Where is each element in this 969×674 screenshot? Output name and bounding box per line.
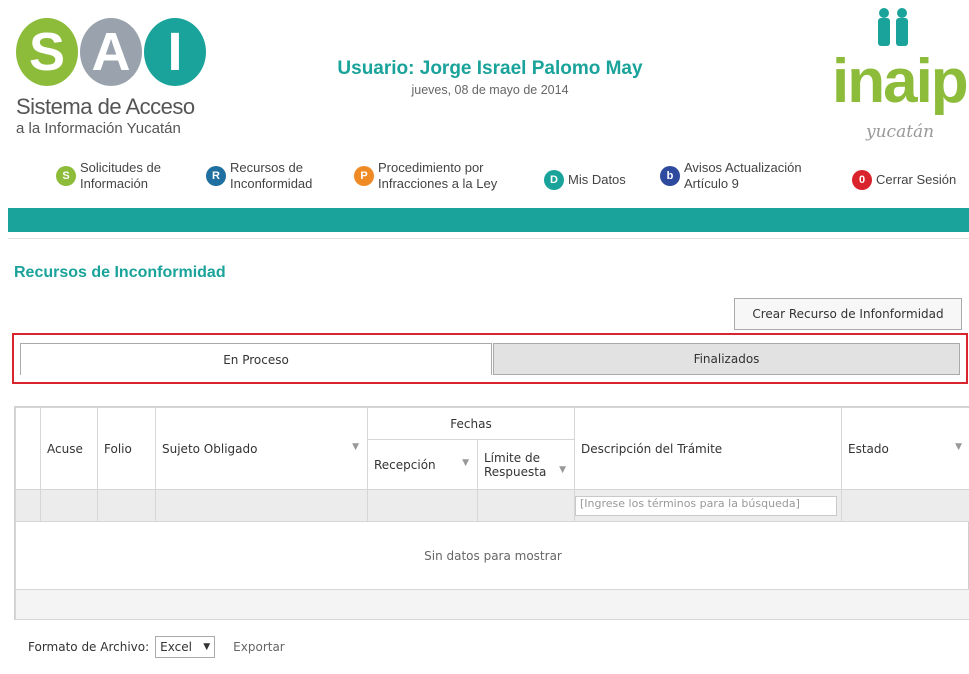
filter-row: [Ingrese los términos para la búsqueda] <box>15 489 969 522</box>
nav-procedimiento[interactable]: P Procedimiento por Infracciones a la Le… <box>354 160 497 192</box>
nav-avisos-label: Avisos Actualización Artículo 9 <box>684 160 802 191</box>
filter-icon[interactable]: ▼ <box>955 442 962 452</box>
select-column-header <box>15 407 41 490</box>
sai-letter-s: S <box>16 18 78 86</box>
filter-cell <box>841 489 969 522</box>
nav-procedimiento-label: Procedimiento por Infracciones a la Ley <box>378 160 498 191</box>
filter-cell <box>97 489 156 522</box>
col-folio-label: Folio <box>104 441 132 456</box>
filter-cell <box>477 489 575 522</box>
solicitudes-icon: S <box>56 166 76 186</box>
filter-cell <box>15 489 41 522</box>
filter-cell: [Ingrese los términos para la búsqueda] <box>574 489 842 522</box>
user-name: Usuario: Jorge Israel Palomo May <box>337 58 643 79</box>
sai-logo[interactable]: S A I Sistema de Acceso a la Información… <box>16 18 216 158</box>
grid-footer <box>15 589 969 620</box>
avisos-icon: b <box>660 166 680 186</box>
empty-message: Sin datos para mostrar <box>15 521 969 590</box>
descripcion-search-input[interactable]: [Ingrese los términos para la búsqueda] <box>575 495 837 516</box>
page-title: Recursos de Inconformidad <box>14 264 226 281</box>
inaip-region: yucatán <box>866 122 935 142</box>
nav-recursos-label: Recursos de Inconformidad <box>230 160 313 191</box>
divider <box>8 238 969 239</box>
nav-mis-datos[interactable]: D Mis Datos <box>544 170 626 190</box>
nav-solicitudes[interactable]: S Solicitudes de Información <box>56 160 161 192</box>
recursos-grid: Acuse Folio Sujeto Obligado ▼ Fechas Desc… <box>14 406 969 620</box>
tab-en-proceso[interactable]: En Proceso <box>20 343 492 375</box>
filter-cell <box>40 489 98 522</box>
col-descripcion-label: Descripción del Trámite <box>581 441 723 456</box>
col-group-fechas: Fechas <box>367 407 575 440</box>
col-acuse-label: Acuse <box>47 441 83 456</box>
filter-icon[interactable]: ▼ <box>462 458 469 468</box>
filter-cell <box>367 489 478 522</box>
procedimiento-icon: P <box>354 166 374 186</box>
nav-recursos[interactable]: R Recursos de Inconformidad <box>206 160 312 192</box>
sai-letter-a: A <box>80 18 142 86</box>
inaip-logo[interactable]: inaip yucatán <box>830 8 969 158</box>
export-format-select[interactable]: Excel ▼ <box>155 636 216 658</box>
chevron-down-icon: ▼ <box>203 642 211 652</box>
nav-avisos[interactable]: b Avisos Actualización Artículo 9 <box>660 160 802 192</box>
tab-finalizados[interactable]: Finalizados <box>493 343 960 375</box>
current-date: jueves, 08 de mayo de 2014 <box>411 83 569 97</box>
grid-footer-cell <box>15 589 969 620</box>
col-limite-respuesta[interactable]: Límite de Respuesta ▼ <box>477 439 575 490</box>
filter-icon[interactable]: ▼ <box>559 465 566 475</box>
filter-icon[interactable]: ▼ <box>352 442 359 452</box>
col-descripcion[interactable]: Descripción del Trámite <box>574 407 842 490</box>
nav-mis-datos-label: Mis Datos <box>568 172 626 187</box>
header-bar <box>8 208 969 232</box>
col-estado-label: Estado <box>848 441 889 456</box>
export-bar: Formato de Archivo: Excel ▼ Exportar <box>28 636 285 658</box>
nav-cerrar-sesion-label: Cerrar Sesión <box>876 172 957 187</box>
col-sujeto-label: Sujeto Obligado <box>162 441 258 456</box>
sai-title: Sistema de Acceso <box>16 94 195 119</box>
main-nav: S Solicitudes de Información R Recursos … <box>56 160 969 200</box>
export-link[interactable]: Exportar <box>233 640 285 654</box>
mis-datos-icon: D <box>544 170 564 190</box>
sai-letter-i: I <box>144 18 206 86</box>
col-folio[interactable]: Folio <box>97 407 156 490</box>
col-recepcion[interactable]: Recepción ▼ <box>367 439 478 490</box>
inaip-wordmark: inaip <box>832 47 969 116</box>
create-recurso-button[interactable]: Crear Recurso de Infonformidad <box>734 298 962 330</box>
header: S A I Sistema de Acceso a la Información… <box>0 0 969 236</box>
sai-letters: S A I <box>16 18 216 86</box>
col-estado[interactable]: Estado ▼ <box>841 407 969 490</box>
user-info: Usuario: Jorge Israel Palomo May jueves,… <box>330 58 650 97</box>
col-limite-label: Límite de Respuesta <box>484 450 547 479</box>
sai-subtitle: a la Información Yucatán <box>16 120 181 137</box>
col-acuse[interactable]: Acuse <box>40 407 98 490</box>
export-format-value: Excel <box>160 640 192 654</box>
col-fechas-label: Fechas <box>450 416 492 431</box>
export-format-label: Formato de Archivo: <box>28 640 150 654</box>
empty-row: Sin datos para mostrar <box>15 521 969 590</box>
col-recepcion-label: Recepción <box>374 457 436 472</box>
filter-cell <box>155 489 368 522</box>
power-icon: 0 <box>852 170 872 190</box>
nav-solicitudes-label: Solicitudes de Información <box>80 160 161 191</box>
inaip-mark-icon <box>878 8 908 46</box>
recursos-icon: R <box>206 166 226 186</box>
col-sujeto-obligado[interactable]: Sujeto Obligado ▼ <box>155 407 368 490</box>
nav-cerrar-sesion[interactable]: 0 Cerrar Sesión <box>852 170 956 190</box>
